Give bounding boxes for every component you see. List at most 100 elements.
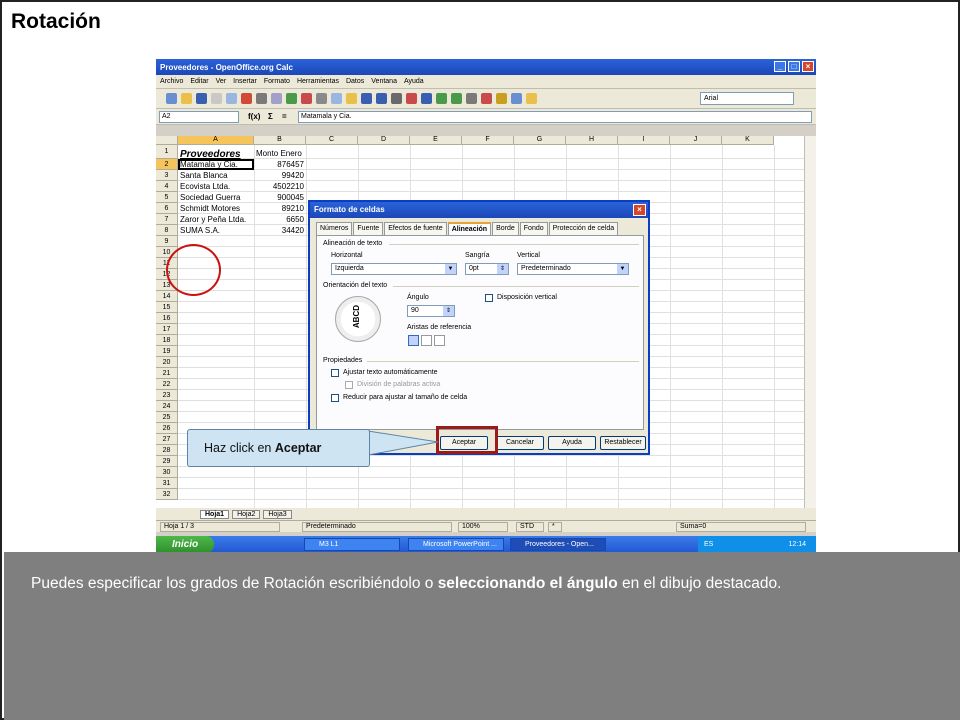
hyphen-checkbox[interactable] [345,381,353,389]
pdf-icon[interactable] [241,93,252,104]
menu-ayuda[interactable]: Ayuda [404,78,424,85]
row-header[interactable]: 15 [156,302,178,313]
sort-asc-icon[interactable] [406,93,417,104]
task-powerpoint[interactable]: Microsoft PowerPoint ... [408,538,504,551]
menu-editar[interactable]: Editar [190,78,208,85]
close-window-button[interactable]: × [802,61,814,72]
edge-bottom-button[interactable] [408,335,419,346]
email-icon[interactable] [211,93,222,104]
select-all-corner[interactable] [156,136,178,145]
row-header[interactable]: 18 [156,335,178,346]
menu-formato[interactable]: Formato [264,78,290,85]
cell-amount[interactable]: 89210 [256,204,304,213]
status-mode[interactable]: STD [516,522,544,532]
cell-amount[interactable]: 876457 [256,160,304,169]
cell-supplier-name[interactable]: Santa Blanca [180,171,252,180]
horizontal-select[interactable]: Izquierda ▼ [331,263,457,275]
cell-amount[interactable]: 6650 [256,215,304,224]
row-header[interactable]: 26 [156,423,178,434]
save-icon[interactable] [196,93,207,104]
angle-spinner[interactable]: 90 ⇕ [407,305,455,317]
row-header[interactable]: 28 [156,445,178,456]
column-header[interactable]: I [618,136,670,145]
column-header[interactable]: K [722,136,774,145]
function-button[interactable]: = [282,112,287,121]
font-name-box[interactable]: Arial [700,92,794,105]
dialog-close-icon[interactable]: × [633,204,646,216]
row-header[interactable]: 4 [156,181,178,192]
tab-proteccion[interactable]: Protección de celda [548,222,619,235]
start-button[interactable]: Inicio [156,536,214,553]
cell-supplier-name[interactable]: Ecovista Ltda. [180,182,252,191]
row-header[interactable]: 1 [156,145,178,159]
row-header[interactable]: 27 [156,434,178,445]
row-header[interactable]: 20 [156,357,178,368]
vertical-scrollbar[interactable] [804,136,816,508]
sheet-tab-hoja2[interactable]: Hoja2 [232,509,261,519]
row-header[interactable]: 17 [156,324,178,335]
cancel-button[interactable]: Cancelar [496,436,544,450]
sort-desc-icon[interactable] [421,93,432,104]
wrap-checkbox[interactable] [331,369,339,377]
row-header[interactable]: 16 [156,313,178,324]
name-box[interactable]: A2 [159,111,239,123]
sum-button[interactable]: Σ [268,112,273,121]
tab-numeros[interactable]: Números [316,222,353,235]
tab-fuente[interactable]: Fuente [353,222,384,235]
edit-icon[interactable] [226,93,237,104]
row-header[interactable]: 3 [156,170,178,181]
edge-top-button[interactable] [421,335,432,346]
row-header[interactable]: 24 [156,401,178,412]
row-header[interactable]: 31 [156,478,178,489]
gallery-icon[interactable] [496,93,507,104]
sheet-tab-hoja1[interactable]: Hoja1 [200,509,230,519]
menu-insertar[interactable]: Insertar [233,78,257,85]
row-header[interactable]: 21 [156,368,178,379]
maximize-button[interactable]: □ [788,61,800,72]
cell-amount[interactable]: 900045 [256,193,304,202]
tab-efectos[interactable]: Efectos de fuente [384,222,447,235]
column-header[interactable]: B [254,136,306,145]
cell-b1[interactable]: Monto Enero [256,149,304,158]
zoom-icon[interactable] [511,93,522,104]
menu-herramientas[interactable]: Herramientas [297,78,339,85]
spellcheck-icon[interactable] [286,93,297,104]
tray-language[interactable]: ES [704,536,713,553]
rotation-dial[interactable]: ABCD [335,296,381,342]
cell-amount[interactable]: 99420 [256,171,304,180]
shrink-checkbox[interactable] [331,394,339,402]
redo-icon[interactable] [376,93,387,104]
function-wizard-button[interactable]: f(x) [248,112,260,121]
cell-amount[interactable]: 4502210 [256,182,304,191]
row-header[interactable]: 32 [156,489,178,500]
column-header[interactable]: G [514,136,566,145]
row-header[interactable]: 6 [156,203,178,214]
row-header[interactable]: 23 [156,390,178,401]
minimize-button[interactable]: _ [774,61,786,72]
row-header[interactable]: 9 [156,236,178,247]
tab-fondo[interactable]: Fondo [519,222,548,235]
copy-icon[interactable] [331,93,342,104]
edge-inside-button[interactable] [434,335,445,346]
row-header[interactable]: 19 [156,346,178,357]
cell-supplier-name[interactable]: Zaror y Peña Ltda. [180,215,252,224]
column-header[interactable]: F [462,136,514,145]
status-zoom[interactable]: 100% [458,522,508,532]
formula-input[interactable]: Matamala y Cia. [298,111,812,123]
autospell-icon[interactable] [301,93,312,104]
hyperlink-icon[interactable] [391,93,402,104]
row-header[interactable]: 29 [156,456,178,467]
row-header[interactable]: 7 [156,214,178,225]
cell-amount[interactable]: 34420 [256,226,304,235]
column-header[interactable]: E [410,136,462,145]
vertical-stack-checkbox[interactable] [485,294,493,302]
chart-icon[interactable] [436,93,447,104]
column-header[interactable]: J [670,136,722,145]
tab-borde[interactable]: Borde [492,222,519,235]
undo-icon[interactable] [361,93,372,104]
paste-icon[interactable] [346,93,357,104]
reset-button[interactable]: Restablecer [600,436,646,450]
help-icon[interactable] [526,93,537,104]
row-header[interactable]: 14 [156,291,178,302]
preview-icon[interactable] [271,93,282,104]
